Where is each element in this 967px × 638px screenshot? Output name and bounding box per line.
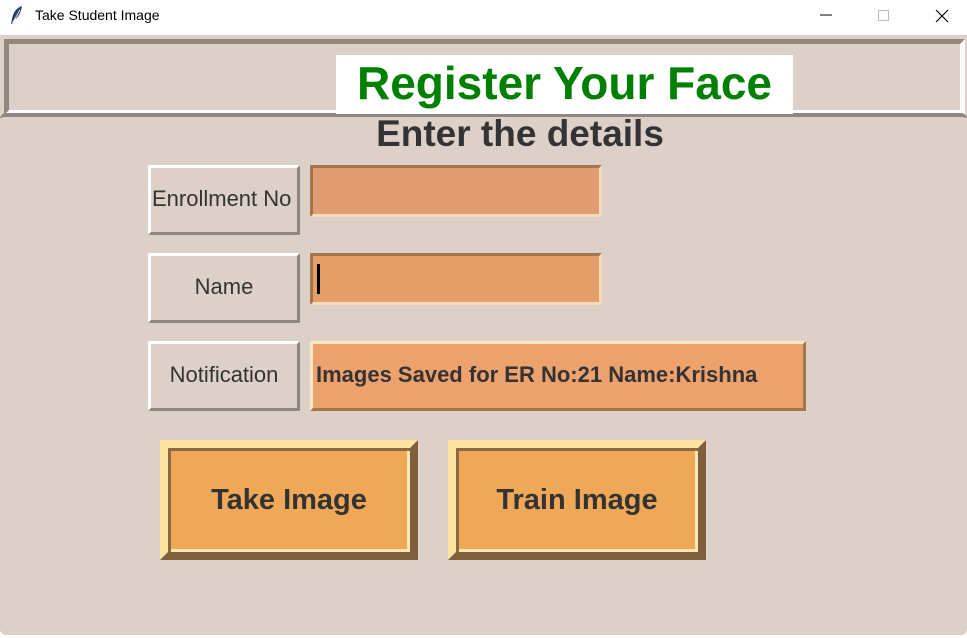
train-image-button[interactable]: Train Image (448, 440, 706, 560)
minimize-button[interactable] (797, 0, 855, 31)
page-title: Register Your Face (336, 55, 793, 114)
enrollment-label: Enrollment No (148, 165, 300, 235)
window-title: Take Student Image (35, 7, 160, 23)
name-input[interactable] (310, 253, 602, 305)
section-heading: Enter the details (376, 113, 664, 154)
maximize-button[interactable] (855, 0, 913, 31)
enrollment-input[interactable] (310, 165, 602, 217)
take-image-button[interactable]: Take Image (160, 440, 418, 560)
notification-label: Notification (148, 341, 300, 411)
close-icon (935, 9, 949, 23)
maximize-icon (878, 10, 889, 21)
feather-icon (9, 5, 25, 25)
notification-message: Images Saved for ER No:21 Name:Krishna (310, 341, 806, 411)
close-button[interactable] (913, 0, 967, 31)
minimize-icon (820, 14, 832, 16)
name-label: Name (148, 253, 300, 323)
title-bar: Take Student Image (0, 0, 967, 31)
text-cursor (317, 264, 320, 294)
